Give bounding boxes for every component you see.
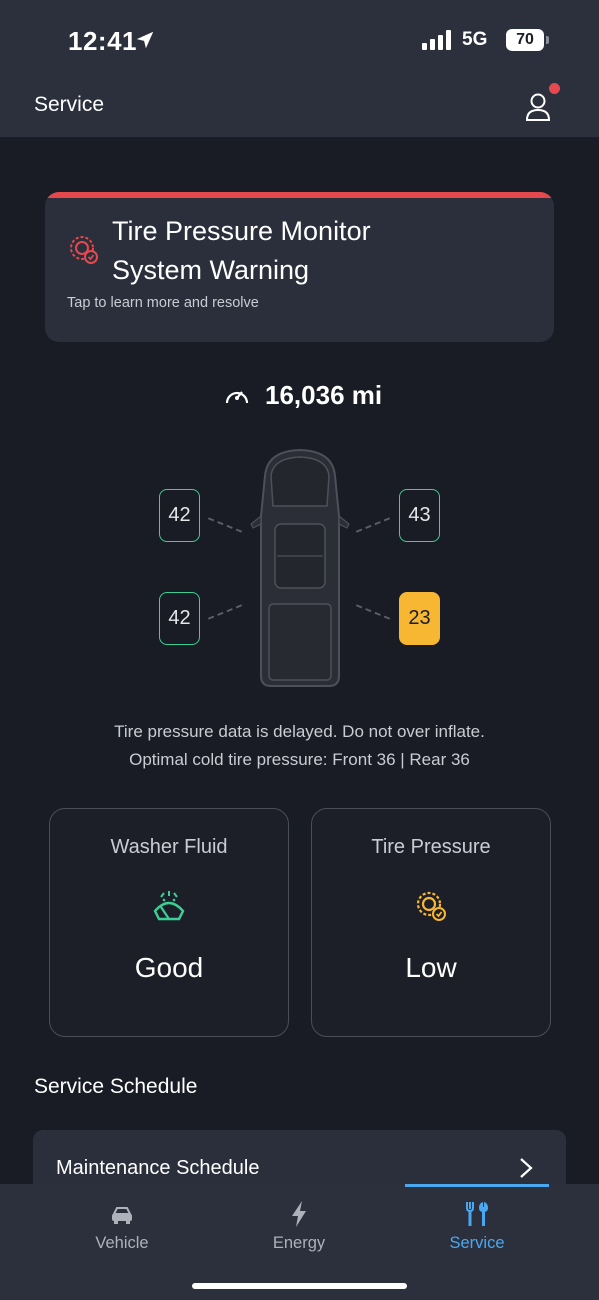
- profile-icon[interactable]: [524, 92, 552, 122]
- tire-pressure-icon: [416, 891, 446, 921]
- tab-energy[interactable]: Energy: [199, 1184, 399, 1274]
- washer-fluid-icon: [153, 891, 185, 921]
- lightning-icon: [292, 1201, 306, 1227]
- notification-dot: [549, 83, 560, 94]
- tpms-warning-card[interactable]: Tire Pressure Monitor System Warning Tap…: [45, 192, 554, 342]
- status-time: 12:41: [68, 26, 137, 56]
- car-icon: [112, 1207, 132, 1224]
- warning-accent-bar: [45, 192, 554, 198]
- tools-icon: [466, 1202, 488, 1226]
- chevron-right-icon: [520, 1158, 533, 1178]
- battery-indicator: 70: [506, 29, 544, 51]
- signal-icon: [422, 30, 451, 50]
- connector-front-right: [355, 517, 391, 533]
- page-title: Service: [34, 93, 105, 116]
- network-label: 5G: [462, 29, 488, 50]
- connector-front-left: [207, 517, 243, 533]
- truck-top-view: [250, 448, 350, 687]
- connector-rear-right: [355, 604, 391, 620]
- home-indicator: [192, 1283, 407, 1289]
- tab-service-label: Service: [449, 1234, 505, 1252]
- tab-service[interactable]: Service: [377, 1184, 577, 1274]
- washer-fluid-status: Good: [134, 952, 204, 983]
- top-bar: 12:41 5G 70 Service: [0, 0, 599, 137]
- odometer-value: 16,036 mi: [265, 380, 383, 410]
- maintenance-schedule-label: Maintenance Schedule: [56, 1157, 260, 1179]
- tire-front-right: 43: [399, 489, 440, 542]
- tire-pressure-label: Tire Pressure: [371, 836, 491, 858]
- optimal-pressure-note: Optimal cold tire pressure: Front 36 | R…: [129, 750, 470, 769]
- tire-pressure-status: Low: [405, 952, 457, 983]
- warning-title: Tire Pressure Monitor System Warning: [112, 212, 512, 290]
- warning-subtitle: Tap to learn more and resolve: [67, 295, 259, 311]
- tab-energy-label: Energy: [272, 1234, 326, 1252]
- washer-fluid-card[interactable]: Washer Fluid Good: [49, 808, 289, 1037]
- tab-vehicle[interactable]: Vehicle: [22, 1184, 222, 1274]
- tire-pressure-warning-icon: [70, 236, 98, 264]
- tab-vehicle-label: Vehicle: [95, 1234, 149, 1252]
- battery-tip: [546, 36, 549, 44]
- tire-data-delay-note: Tire pressure data is delayed. Do not ov…: [114, 722, 485, 741]
- tire-front-left: 42: [159, 489, 200, 542]
- washer-fluid-label: Washer Fluid: [110, 836, 228, 858]
- warning-title-line1: Tire Pressure Monitor: [112, 216, 371, 246]
- tire-rear-right: 23: [399, 592, 440, 645]
- tire-pressure-card[interactable]: Tire Pressure Low: [311, 808, 551, 1037]
- connector-rear-left: [207, 604, 243, 620]
- warning-title-line2: System Warning: [112, 255, 310, 285]
- speedometer-icon: [225, 391, 249, 404]
- tire-rear-left: 42: [159, 592, 200, 645]
- location-arrow-icon: [136, 31, 154, 49]
- service-schedule-heading: Service Schedule: [34, 1075, 198, 1098]
